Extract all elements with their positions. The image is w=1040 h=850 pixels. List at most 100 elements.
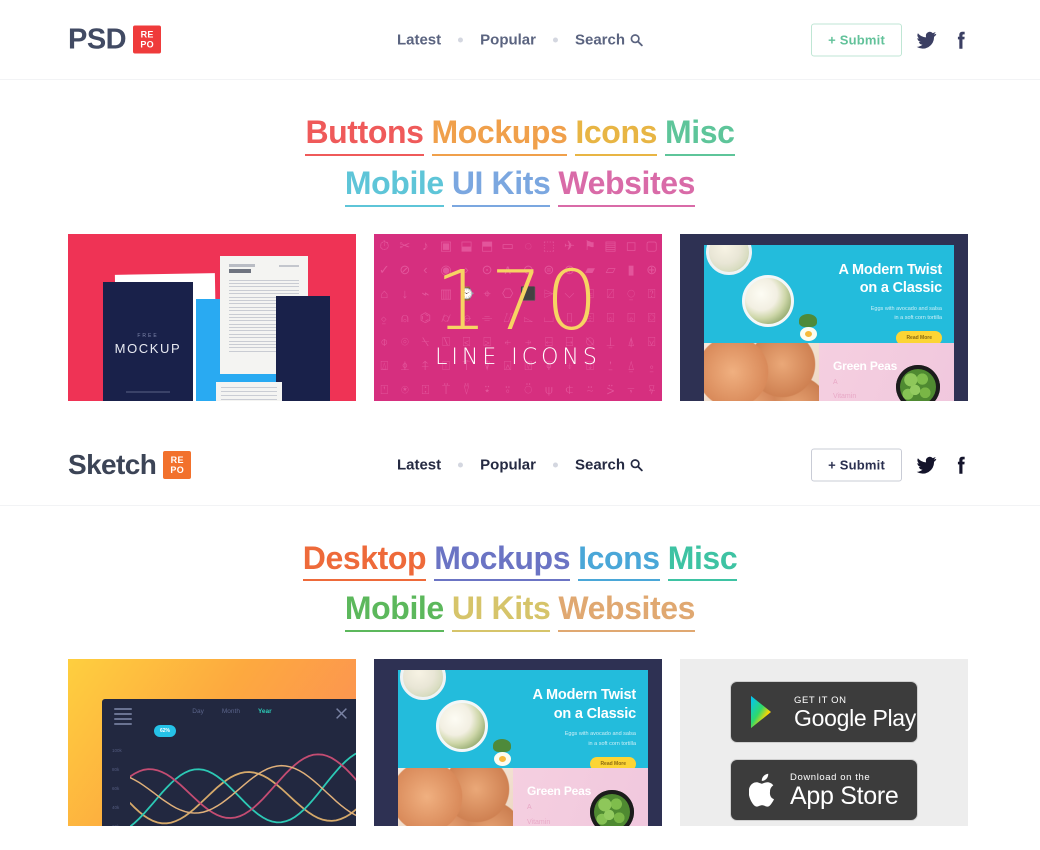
primary-nav: Latest Popular Search	[397, 31, 643, 48]
y-axis-label: 60k	[112, 786, 120, 792]
card-grid-1: FREE MOCKUP ⏱ ✂ ♪ ▣ ⬓ ⬒ ▭ ◌ ⬚ ✈ ⚑ ▤ ◻ ▢ ✓ ⊘ ‹ ◉ › ⊙ ∧ ⊖ ⊜ ⊛ ▰ ▱ ▮ ⊕…	[0, 233, 1040, 401]
header-actions: + Submit	[811, 448, 972, 482]
doc-line	[229, 279, 299, 281]
nav-item-popular[interactable]: Popular	[480, 31, 536, 48]
tab-day[interactable]: Day	[192, 708, 204, 715]
folder-title: MOCKUP	[114, 340, 182, 356]
submit-button[interactable]: + Submit	[811, 448, 902, 482]
nav-item-search[interactable]: Search	[575, 31, 643, 48]
green-peas-block: Green Peas AVitaminPowerhouse!	[513, 768, 648, 827]
green-peas-title: Green Peas	[527, 784, 592, 799]
google-play-badge[interactable]: GET IT ON Google Play	[730, 681, 918, 744]
twitter-icon[interactable]	[916, 29, 937, 50]
hero-subtitle: Eggs with avocado and salsa in a soft cor…	[564, 731, 636, 747]
hero-subtitle: Eggs with avocado and salsa in a soft cor…	[870, 305, 942, 322]
nav-item-latest[interactable]: Latest	[397, 457, 441, 474]
doc-line	[221, 390, 277, 392]
app-store-badge[interactable]: Download on the App Store	[730, 759, 918, 822]
y-axis-label: 80k	[112, 767, 120, 773]
close-icon[interactable]	[335, 707, 348, 720]
doc-line	[221, 394, 277, 396]
badge-top-text: GET IT ON	[794, 694, 847, 706]
food-plate-small	[706, 244, 752, 275]
doc-right-bar	[279, 264, 299, 267]
hero-text: A Modern Twist on a Classic Eggs with avo…	[486, 686, 636, 769]
pastry-photo	[398, 768, 513, 827]
doc-line	[221, 398, 277, 400]
card-stationery-mockup[interactable]: FREE MOCKUP	[68, 233, 356, 401]
hero-text: A Modern Twist on a Classic Eggs with avo…	[792, 261, 942, 343]
tag-websites[interactable]: Websites	[558, 165, 695, 207]
tag-misc[interactable]: Misc	[665, 114, 735, 156]
card-app-store-badges[interactable]: GET IT ON Google Play Download on the Ap…	[680, 659, 968, 827]
nav-label: Search	[574, 31, 626, 48]
nav-label: Search	[574, 456, 626, 474]
dashboard-window: DayMonthYear 100k80k60k40k20k0 62% Users…	[102, 699, 356, 827]
tab-year[interactable]: Year	[258, 708, 272, 715]
folder-eyebrow: FREE	[137, 332, 159, 339]
logo-repo-badge: RE PO	[163, 451, 192, 480]
doc-title-bar	[229, 263, 255, 267]
logo-wordmark: PSD	[68, 23, 127, 55]
line-chart	[130, 752, 356, 827]
y-axis: 100k80k60k40k20k0	[112, 741, 122, 826]
nav-item-search[interactable]: Search	[575, 457, 643, 474]
tag-ui-kits[interactable]: UI Kits	[451, 165, 551, 207]
badge-store-name: Google Play	[794, 704, 916, 731]
submit-button[interactable]: + Submit	[811, 23, 902, 56]
card-dashboard-ui[interactable]: DayMonthYear 100k80k60k40k20k0 62% Users…	[68, 659, 356, 827]
food-plate-large	[742, 274, 817, 341]
icon-card-subtitle: LINE ICONS	[435, 345, 601, 371]
nav-label: Popular	[480, 456, 536, 474]
google-play-icon	[751, 696, 771, 729]
tag-desktop[interactable]: Desktop	[302, 540, 427, 582]
card-food-website[interactable]: A Modern Twist on a Classic Eggs with avo…	[680, 233, 968, 401]
search-icon	[630, 459, 643, 472]
card-line-icons[interactable]: ⏱ ✂ ♪ ▣ ⬓ ⬒ ▭ ◌ ⬚ ✈ ⚑ ▤ ◻ ▢ ✓ ⊘ ‹ ◉ › ⊙ ∧ ⊖ ⊜ ⊛ ▰ ▱ ▮ ⊕ ⌂ ↓ ⌁ ▥ ⌚ ⌖ ⎔ ⬛ ⌲ ⌵ ⌸ ⍁…	[374, 233, 662, 401]
read-more-button[interactable]: Read More	[590, 756, 636, 769]
logo-badge-line1: RE	[140, 29, 154, 40]
hero-title: A Modern Twist on a Classic	[838, 261, 942, 297]
section-sketch-repo: Sketch RE PO Latest Popular Search + Sub…	[0, 425, 1040, 827]
tab-month[interactable]: Month	[222, 708, 240, 715]
tag-mobile[interactable]: Mobile	[344, 165, 444, 207]
nav-separator-dot	[458, 462, 464, 468]
nav-label: Popular	[480, 31, 536, 48]
badge-text: Download on the App Store	[790, 772, 899, 809]
tag-websites[interactable]: Websites	[558, 590, 695, 633]
header-psd-repo: PSD RE PO Latest Popular Search + Submit	[0, 0, 1040, 80]
header-sketch-repo: Sketch RE PO Latest Popular Search + Sub…	[0, 425, 1040, 506]
tag-mobile[interactable]: Mobile	[344, 590, 444, 633]
logo-repo-badge: RE PO	[133, 25, 162, 54]
hero-section: A Modern Twist on a Classic Eggs with avo…	[704, 244, 954, 343]
badge-text: GET IT ON Google Play	[794, 695, 916, 730]
nav-item-popular[interactable]: Popular	[480, 457, 536, 474]
card-food-website[interactable]: A Modern Twist on a Classic Eggs with avo…	[374, 659, 662, 827]
hamburger-menu-icon[interactable]	[114, 708, 132, 728]
dark-folder-back	[276, 295, 330, 401]
tag-icons[interactable]: Icons	[578, 540, 660, 582]
logo-badge-line2: PO	[140, 39, 154, 50]
tag-buttons[interactable]: Buttons	[305, 114, 424, 156]
nav-item-latest[interactable]: Latest	[397, 31, 441, 48]
tag-icons[interactable]: Icons	[575, 114, 657, 156]
tag-mockups[interactable]: Mockups	[434, 540, 570, 582]
header-actions: + Submit	[811, 23, 972, 56]
lower-section: Green Peas AVitaminPowerhouse!	[704, 342, 954, 401]
twitter-icon[interactable]	[916, 455, 937, 476]
logo-sketch-repo[interactable]: Sketch RE PO	[68, 449, 192, 481]
facebook-icon[interactable]	[951, 29, 972, 50]
lower-section: Green Peas AVitaminPowerhouse!	[398, 768, 648, 827]
food-plate-large	[436, 700, 511, 767]
tag-mockups[interactable]: Mockups	[431, 114, 568, 156]
tag-misc[interactable]: Misc	[667, 540, 738, 582]
logo-psd-repo[interactable]: PSD RE PO	[68, 23, 162, 56]
y-axis-label: 100k	[112, 748, 122, 754]
tag-ui-kits[interactable]: UI Kits	[451, 590, 551, 633]
facebook-icon[interactable]	[951, 455, 972, 476]
doc-line	[229, 289, 299, 291]
nav-separator-dot	[552, 462, 558, 468]
read-more-button[interactable]: Read More	[896, 331, 942, 343]
doc-line	[229, 293, 299, 295]
business-card	[216, 381, 282, 401]
